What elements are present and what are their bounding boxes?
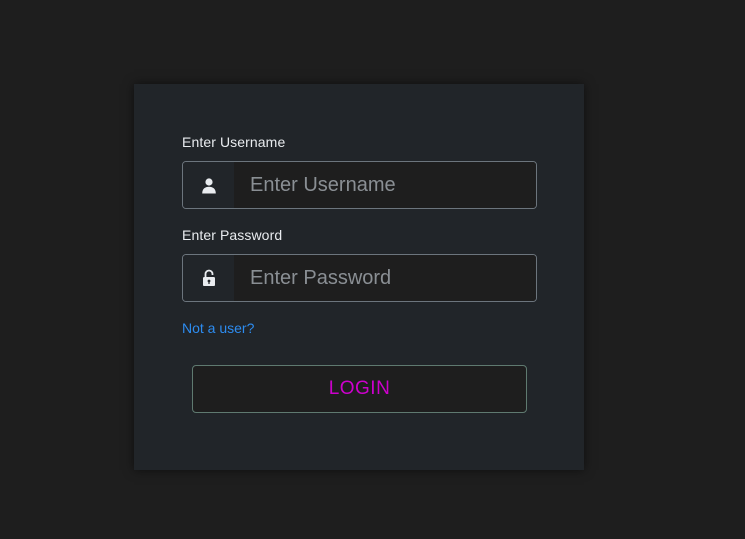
username-input-group (182, 161, 537, 209)
password-input-group (182, 254, 537, 302)
unlock-icon (183, 255, 235, 301)
password-input[interactable] (235, 255, 536, 301)
username-input[interactable] (235, 162, 536, 208)
login-card: Enter Username Enter Password (134, 84, 584, 470)
user-icon (183, 162, 235, 208)
register-link[interactable]: Not a user? (182, 320, 254, 336)
login-button[interactable]: LOGIN (192, 365, 527, 413)
password-label: Enter Password (182, 227, 283, 243)
page: Enter Username Enter Password (0, 0, 745, 539)
username-label: Enter Username (182, 134, 286, 150)
